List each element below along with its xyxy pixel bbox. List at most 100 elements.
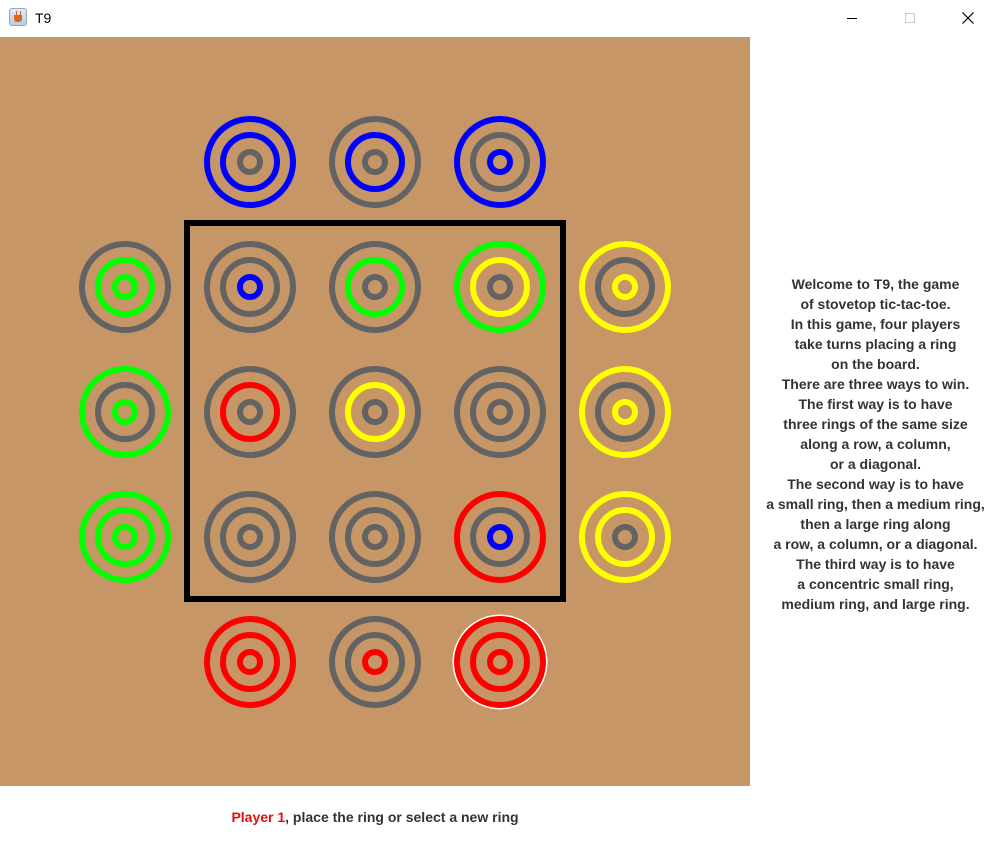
board-cell[interactable] xyxy=(329,491,421,583)
large-ring xyxy=(329,116,421,208)
large-ring xyxy=(329,366,421,458)
board-cell[interactable] xyxy=(329,241,421,333)
selection-highlight xyxy=(452,614,548,710)
minimize-button[interactable] xyxy=(829,0,875,36)
medium-ring xyxy=(345,382,405,442)
rules-line: Welcome to T9, the game xyxy=(791,276,960,292)
game-board[interactable] xyxy=(0,37,750,786)
rules-line: The second way is to have xyxy=(787,476,964,492)
small-ring xyxy=(612,399,638,425)
medium-ring xyxy=(220,507,280,567)
small-ring xyxy=(237,649,263,675)
large-ring xyxy=(204,366,296,458)
board-cell[interactable] xyxy=(329,366,421,458)
rules-panel: Welcome to T9, the game of stovetop tic-t… xyxy=(752,274,999,614)
small-ring xyxy=(612,274,638,300)
rules-line: three rings of the same size xyxy=(783,416,968,432)
medium-ring xyxy=(345,257,405,317)
small-ring xyxy=(237,149,263,175)
large-ring xyxy=(204,616,296,708)
small-ring xyxy=(112,274,138,300)
small-ring xyxy=(237,524,263,550)
medium-ring xyxy=(220,132,280,192)
medium-ring xyxy=(470,382,530,442)
large-ring xyxy=(579,491,671,583)
board-cell[interactable] xyxy=(204,491,296,583)
red-reserve-piece[interactable] xyxy=(452,614,548,710)
small-ring xyxy=(487,274,513,300)
medium-ring xyxy=(220,257,280,317)
small-ring xyxy=(112,399,138,425)
medium-ring xyxy=(95,257,155,317)
title-bar: T9 xyxy=(0,0,999,36)
rules-line: The third way is to have xyxy=(796,556,955,572)
medium-ring xyxy=(220,632,280,692)
large-ring xyxy=(79,366,171,458)
large-ring xyxy=(454,116,546,208)
medium-ring xyxy=(220,382,280,442)
blue-reserve-piece[interactable] xyxy=(204,116,296,208)
maximize-icon xyxy=(905,13,915,23)
large-ring xyxy=(454,491,546,583)
small-ring xyxy=(362,649,388,675)
small-ring xyxy=(362,149,388,175)
large-ring xyxy=(79,491,171,583)
board-cell[interactable] xyxy=(454,241,546,333)
maximize-button[interactable] xyxy=(887,0,933,36)
medium-ring xyxy=(470,632,530,692)
medium-ring xyxy=(470,257,530,317)
board-canvas[interactable] xyxy=(0,37,750,786)
window-title: T9 xyxy=(35,10,52,26)
green-reserve-piece[interactable] xyxy=(79,491,171,583)
rules-line: of stovetop tic-tac-toe. xyxy=(800,296,951,312)
board-cell[interactable] xyxy=(454,366,546,458)
large-ring xyxy=(329,241,421,333)
medium-ring xyxy=(470,132,530,192)
large-ring xyxy=(579,241,671,333)
blue-reserve-piece[interactable] xyxy=(329,116,421,208)
minimize-icon xyxy=(847,17,857,19)
board-cell[interactable] xyxy=(454,491,546,583)
small-ring xyxy=(112,524,138,550)
rules-line: then a large ring along xyxy=(800,516,951,532)
rules-line: a small ring, then a medium ring, xyxy=(766,496,985,512)
small-ring xyxy=(487,524,513,550)
small-ring xyxy=(237,399,263,425)
rules-line: The first way is to have xyxy=(798,396,953,412)
large-ring xyxy=(329,616,421,708)
large-ring xyxy=(204,241,296,333)
large-ring xyxy=(579,366,671,458)
yellow-reserve-piece[interactable] xyxy=(579,366,671,458)
blue-reserve-piece[interactable] xyxy=(454,116,546,208)
medium-ring xyxy=(595,257,655,317)
small-ring xyxy=(362,524,388,550)
rules-line: a concentric small ring, xyxy=(797,576,954,592)
yellow-reserve-piece[interactable] xyxy=(579,491,671,583)
close-icon xyxy=(962,12,974,24)
medium-ring xyxy=(95,382,155,442)
large-ring xyxy=(204,491,296,583)
close-button[interactable] xyxy=(945,0,991,36)
small-ring xyxy=(487,399,513,425)
small-ring xyxy=(362,399,388,425)
board-cell[interactable] xyxy=(204,366,296,458)
rules-line: There are three ways to win. xyxy=(781,376,970,392)
status-message: , place the ring or select a new ring xyxy=(285,809,519,825)
small-ring xyxy=(362,274,388,300)
medium-ring xyxy=(345,632,405,692)
red-reserve-piece[interactable] xyxy=(204,616,296,708)
green-reserve-piece[interactable] xyxy=(79,241,171,333)
green-reserve-piece[interactable] xyxy=(79,366,171,458)
small-ring xyxy=(487,649,513,675)
red-reserve-piece[interactable] xyxy=(329,616,421,708)
rules-line: on the board. xyxy=(831,356,920,372)
rules-line: a row, a column, or a diagonal. xyxy=(773,536,978,552)
yellow-reserve-piece[interactable] xyxy=(579,241,671,333)
rules-line: medium ring, and large ring. xyxy=(781,596,970,612)
rules-line: In this game, four players xyxy=(790,316,961,332)
small-ring xyxy=(612,524,638,550)
medium-ring xyxy=(470,507,530,567)
small-ring xyxy=(487,149,513,175)
board-cell[interactable] xyxy=(204,241,296,333)
status-bar: Player 1, place the ring or select a new… xyxy=(0,809,750,825)
